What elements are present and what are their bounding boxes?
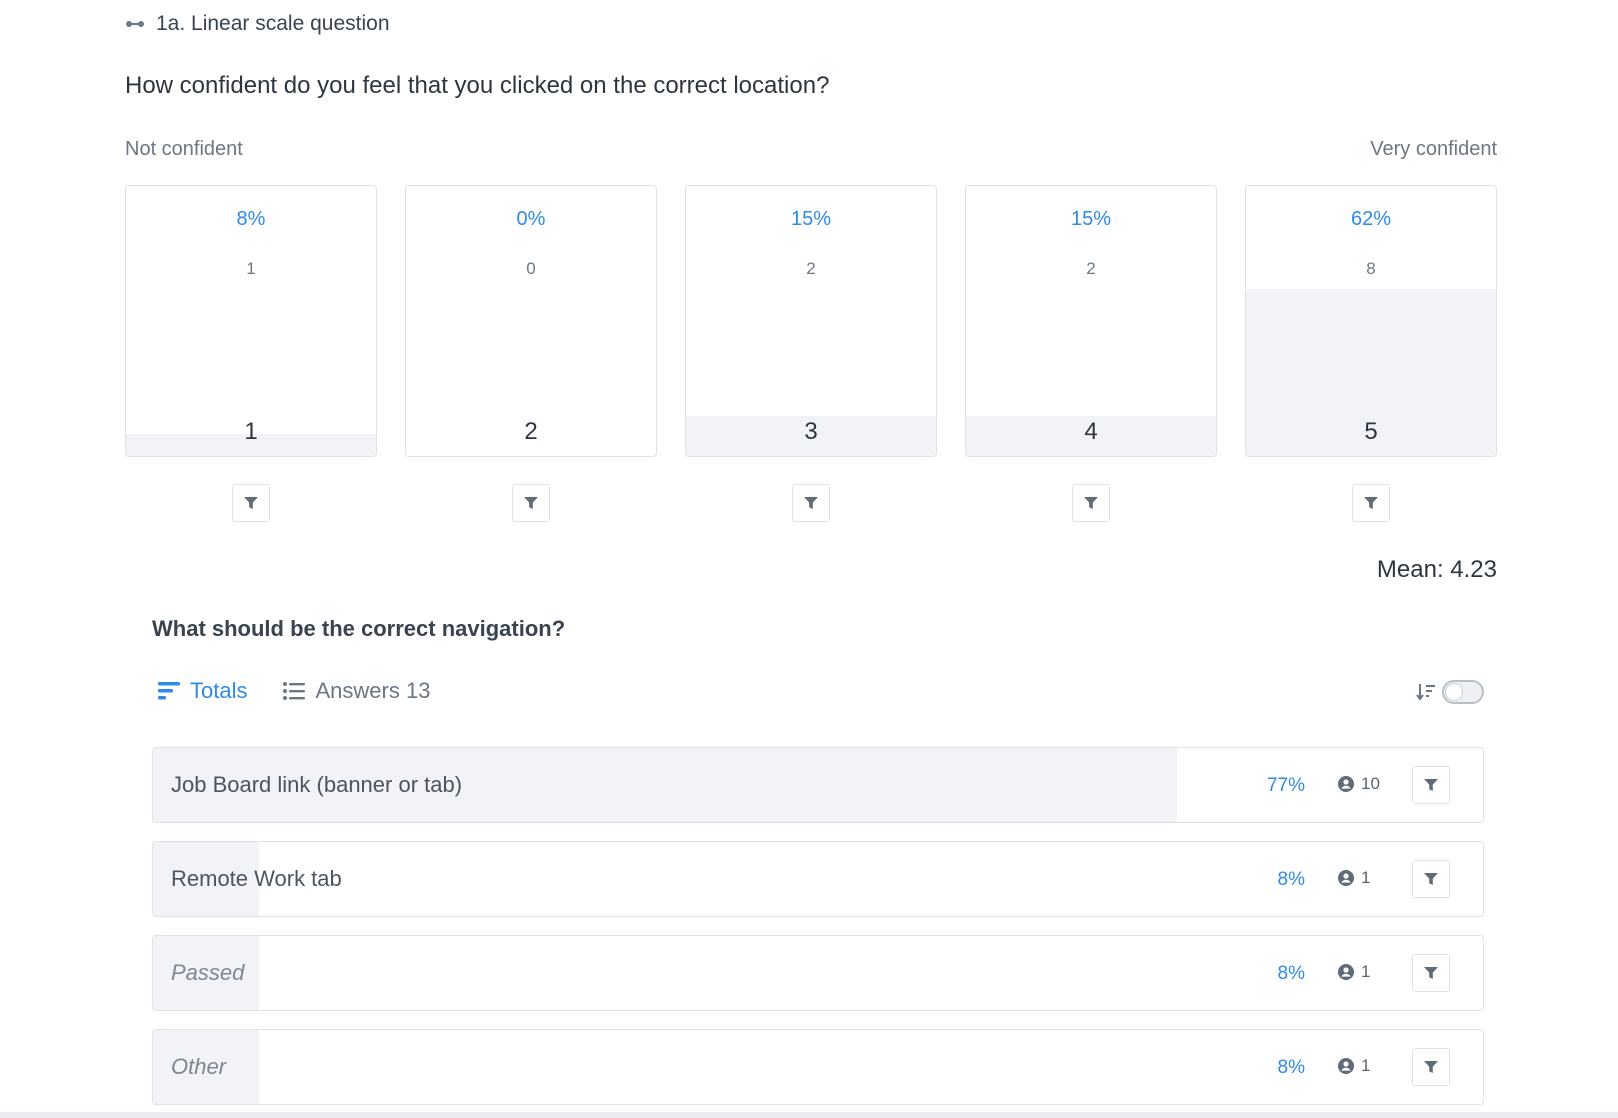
scale-option-count: 0	[526, 259, 536, 278]
scale-filter-row	[125, 484, 1497, 522]
answer-count-value: 1	[1361, 1056, 1371, 1075]
section-header: 1a. Linear scale question	[126, 12, 390, 36]
filter-button-option-5[interactable]	[1352, 484, 1390, 522]
bottom-divider	[0, 1112, 1618, 1118]
scale-option-3: 15% 2 3	[685, 185, 937, 457]
answer-row: Job Board link (banner or tab) 77% 10	[152, 747, 1484, 823]
scale-option-1: 8% 1 1	[125, 185, 377, 457]
filter-icon	[1424, 967, 1438, 979]
tab-answers[interactable]: Answers 13	[283, 678, 430, 704]
scale-option-percent: 15%	[1070, 208, 1112, 230]
filter-icon	[524, 497, 538, 509]
page: 1a. Linear scale question How confident …	[0, 0, 1618, 1118]
filter-icon	[1424, 873, 1438, 885]
user-icon	[1338, 776, 1354, 792]
answer-list: Job Board link (banner or tab) 77% 10 Re…	[152, 747, 1484, 1118]
answer-label: Remote Work tab	[171, 866, 342, 891]
answer-filter-button[interactable]	[1412, 954, 1450, 992]
scale-option-count: 8	[1366, 259, 1376, 278]
bars-icon	[158, 682, 180, 700]
answer-count-value: 10	[1361, 774, 1380, 793]
answer-filter-button[interactable]	[1412, 860, 1450, 898]
scale-options: 8% 1 1 0% 0 2 15% 2 3 15% 2 4 62% 8 5	[125, 185, 1497, 457]
scale-option-2: 0% 0 2	[405, 185, 657, 457]
list-icon	[283, 682, 306, 700]
answer-count: 1	[1338, 962, 1370, 982]
answer-row: Other 8% 1	[152, 1029, 1484, 1105]
sort-controls	[1416, 680, 1484, 704]
filter-icon	[804, 497, 818, 509]
scale-max-label: Very confident	[1370, 138, 1497, 160]
user-icon	[1338, 1058, 1354, 1074]
answer-count: 1	[1338, 1056, 1370, 1076]
answer-percent: 77%	[1266, 775, 1305, 796]
filter-icon	[1084, 497, 1098, 509]
answer-row: Passed 8% 1	[152, 935, 1484, 1011]
scale-option-value: 2	[524, 418, 538, 445]
answer-percent: 8%	[1277, 963, 1305, 984]
answer-row: Remote Work tab 8% 1	[152, 841, 1484, 917]
followup-question: What should be the correct navigation?	[152, 616, 566, 641]
answer-count-value: 1	[1361, 868, 1371, 887]
filter-icon	[1424, 1061, 1438, 1073]
answer-percent: 8%	[1277, 1057, 1305, 1078]
linear-scale-icon	[126, 20, 144, 28]
answer-label: Job Board link (banner or tab)	[171, 772, 463, 797]
scale-option-count: 1	[246, 259, 256, 278]
filter-icon	[244, 497, 258, 509]
scale-option-percent: 8%	[236, 208, 266, 230]
scale-option-value: 5	[1364, 418, 1378, 445]
answer-count-value: 1	[1361, 962, 1371, 981]
answer-filter-button[interactable]	[1412, 1048, 1450, 1086]
answer-label: Passed	[171, 960, 245, 985]
scale-option-value: 4	[1084, 418, 1098, 445]
scale-option-value: 3	[804, 418, 818, 445]
answer-percent: 8%	[1277, 869, 1305, 890]
filter-icon	[1424, 779, 1438, 791]
question-text: How confident do you feel that you click…	[125, 72, 830, 99]
tab-totals[interactable]: Totals	[158, 678, 247, 704]
answer-filter-button[interactable]	[1412, 766, 1450, 804]
tab-answers-label: Answers 13	[315, 678, 431, 703]
scale-option-value: 1	[244, 418, 258, 445]
filter-icon	[1364, 497, 1378, 509]
scale-option-count: 2	[1086, 259, 1096, 278]
mean-value: Mean: 4.23	[1376, 556, 1497, 583]
results-tabs: Totals Answers 13	[158, 678, 430, 704]
scale-min-label: Not confident	[125, 138, 243, 160]
user-icon	[1338, 964, 1354, 980]
answer-count: 10	[1338, 774, 1380, 794]
answer-count: 1	[1338, 868, 1370, 888]
user-icon	[1338, 870, 1354, 886]
tab-totals-label: Totals	[190, 678, 248, 703]
sort-icon	[1416, 684, 1435, 701]
scale-option-5: 62% 8 5	[1245, 185, 1497, 457]
filter-button-option-1[interactable]	[232, 484, 270, 522]
answer-label: Other	[171, 1054, 227, 1079]
sort-toggle[interactable]	[1442, 680, 1484, 704]
scale-option-percent: 0%	[516, 208, 546, 230]
filter-button-option-3[interactable]	[792, 484, 830, 522]
filter-button-option-4[interactable]	[1072, 484, 1110, 522]
scale-option-4: 15% 2 4	[965, 185, 1217, 457]
scale-option-percent: 15%	[790, 208, 832, 230]
filter-button-option-2[interactable]	[512, 484, 550, 522]
scale-option-count: 2	[806, 259, 816, 278]
section-title: 1a. Linear scale question	[156, 12, 390, 35]
scale-option-percent: 62%	[1350, 208, 1392, 230]
